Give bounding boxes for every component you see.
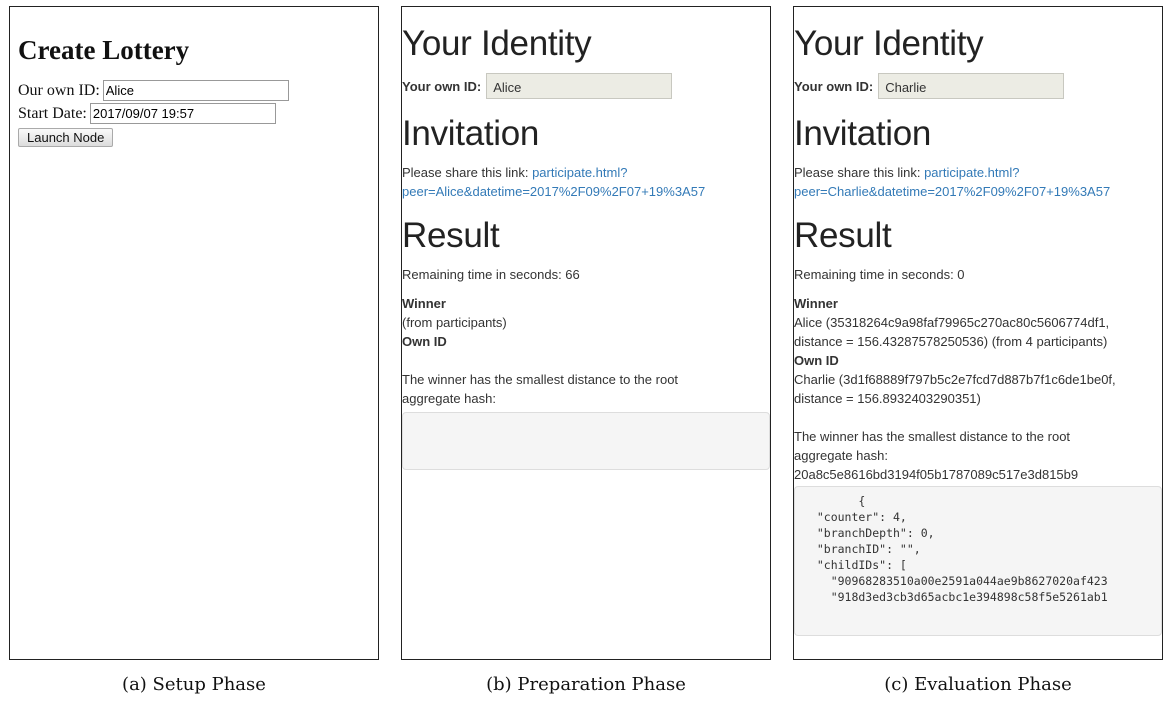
- remaining-time: Remaining time in seconds: 0: [794, 267, 965, 282]
- caption-evaluation: (c) Evaluation Phase: [884, 674, 1072, 695]
- caption-preparation: (b) Preparation Phase: [486, 674, 686, 695]
- root-hash: 20a8c5e8616bd3194f05b1787089c517e3d815b9: [794, 467, 1079, 482]
- invitation-heading: Invitation: [402, 114, 540, 153]
- own-id-label: Your own ID:: [402, 78, 482, 94]
- start-date-label: Start Date:: [18, 104, 87, 122]
- start-date-row: Start Date:: [18, 103, 370, 124]
- launch-node-button[interactable]: Launch Node: [18, 128, 114, 147]
- own-id-label: Your own ID:: [794, 78, 874, 94]
- explanation: The winner has the smallest distance to …: [794, 429, 1079, 482]
- own-id-input[interactable]: [102, 80, 289, 101]
- own-id-row: Your own ID: Charlie: [794, 73, 1162, 99]
- aggregate-code-block: { "counter": 4, "branchDepth": 0, "branc…: [794, 486, 1162, 636]
- invitation-heading: Invitation: [794, 114, 932, 153]
- winner-label: Winner: [794, 296, 838, 311]
- preparation-phase-panel: Your Identity Your own ID: Alice Invitat…: [401, 6, 771, 660]
- winner-section: Winner (from participants) Own ID: [402, 294, 770, 351]
- remaining-time: Remaining time in seconds: 66: [402, 267, 580, 282]
- own-id-row: Our own ID:: [18, 80, 370, 101]
- caption-setup: (a) Setup Phase: [122, 674, 266, 695]
- identity-heading: Your Identity: [402, 24, 592, 63]
- own-id-value: Charlie (3d1f68889f797b5c2e7fcd7d887b7f1…: [794, 372, 1116, 406]
- own-id-field[interactable]: Charlie: [878, 73, 1065, 99]
- own-id-label: Our own ID:: [18, 81, 100, 99]
- share-text: Please share this link:: [402, 165, 529, 180]
- own-id-field[interactable]: Alice: [486, 73, 673, 99]
- winner-section: Winner Alice (35318264c9a98faf79965c270a…: [794, 294, 1162, 408]
- share-paragraph: Please share this link: participate.html…: [794, 163, 1162, 201]
- aggregate-code-block: [402, 412, 770, 470]
- start-date-input[interactable]: [89, 103, 276, 124]
- own-id-section-label: Own ID: [402, 334, 447, 349]
- result-heading: Result: [794, 216, 892, 255]
- winner-value: Alice (35318264c9a98faf79965c270ac80c560…: [794, 315, 1110, 349]
- setup-phase-panel: Create Lottery Our own ID: Start Date: L…: [9, 6, 379, 660]
- share-paragraph: Please share this link: participate.html…: [402, 163, 770, 201]
- share-text: Please share this link:: [794, 165, 921, 180]
- own-id-section-label: Own ID: [794, 353, 839, 368]
- own-id-row: Your own ID: Alice: [402, 73, 770, 99]
- explanation: The winner has the smallest distance to …: [402, 372, 679, 406]
- page-title: Create Lottery: [18, 35, 190, 65]
- result-heading: Result: [402, 216, 500, 255]
- winner-label: Winner: [402, 296, 446, 311]
- identity-heading: Your Identity: [794, 24, 984, 63]
- evaluation-phase-panel: Your Identity Your own ID: Charlie Invit…: [793, 6, 1163, 660]
- winner-value: (from participants): [402, 315, 507, 330]
